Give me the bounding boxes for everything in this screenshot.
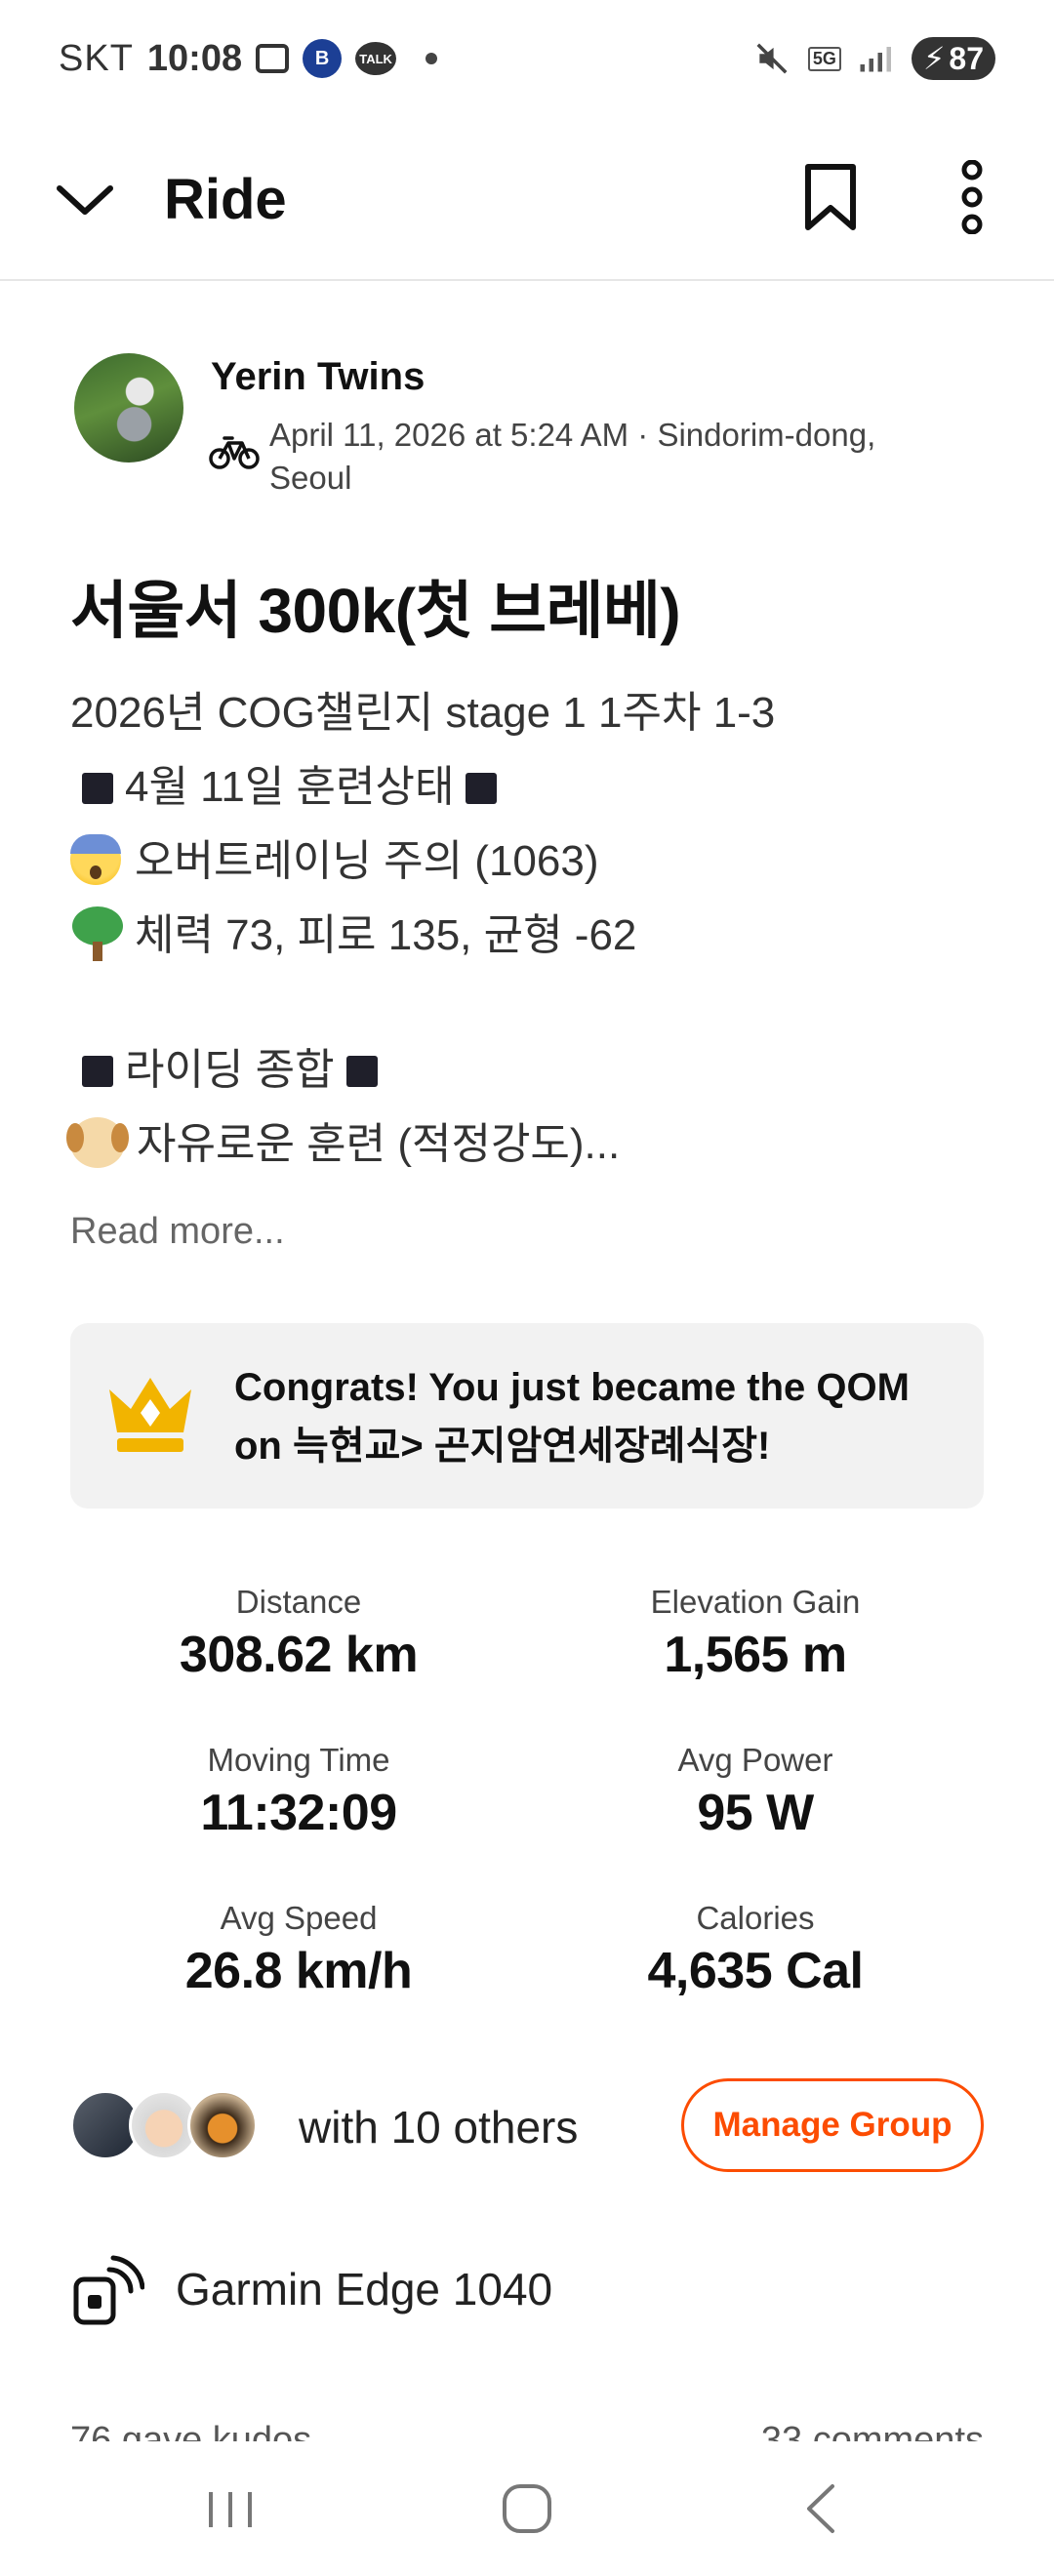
stat-label: Calories [696, 1900, 815, 1936]
black-square-icon [345, 1056, 378, 1087]
bookmark-button[interactable] [795, 152, 866, 242]
app-header: Ride [0, 117, 1054, 281]
tree-icon [70, 906, 125, 961]
description-text: 오버트레이닝 주의 (1063) [135, 837, 599, 885]
app-notification-icon: B [303, 39, 343, 78]
system-nav-bar [0, 2441, 1054, 2576]
activity-title: 서울서 300k(첫 브레베) [70, 576, 681, 646]
stat-label: Distance [235, 1584, 362, 1620]
collapse-button[interactable] [51, 166, 119, 234]
device-sync-icon [73, 2255, 144, 2325]
stat-avg-power: Avg Power 95 W [560, 1739, 951, 1844]
home-icon [503, 2484, 551, 2533]
kudos-count-link[interactable]: 76 gave kudos [70, 2418, 311, 2441]
more-vertical-icon [961, 160, 983, 234]
status-left: SKT 10:08 B TALK [59, 37, 438, 80]
athlete-name[interactable]: Yerin Twins [211, 349, 425, 404]
description-line: 체력 73, 피로 135, 균형 -62 [70, 906, 988, 966]
network-type-label: 5G [807, 46, 841, 71]
battery-indicator: ⚡ 87 [911, 37, 995, 80]
back-arrow-icon [807, 2484, 834, 2533]
black-square-icon [82, 1056, 113, 1087]
recent-apps-icon [209, 2492, 252, 2527]
status-time: 10:08 [146, 37, 243, 79]
group-avatars[interactable] [70, 2090, 265, 2160]
avatar [187, 2090, 258, 2160]
anxious-face-icon [70, 834, 121, 885]
achievement-text: Congrats! You just became the QOM on 늑현교… [234, 1366, 910, 1468]
page-title: Ride [164, 168, 287, 231]
manage-group-button[interactable]: Manage Group [681, 2078, 984, 2172]
read-more-link[interactable]: Read more... [70, 1204, 285, 1259]
description-text: 4월 11일 훈련상태 [125, 763, 455, 811]
stat-label: Elevation Gain [650, 1584, 861, 1620]
description-line: 4월 11일 훈련상태 [70, 757, 988, 818]
group-members-label[interactable]: with 10 others [299, 2098, 578, 2156]
device-name: Garmin Edge 1040 [176, 2264, 553, 2314]
status-right: 5G ⚡ 87 [753, 37, 995, 80]
stat-calories: Calories 4,635 Cal [560, 1897, 951, 2002]
stat-label: Avg Speed [220, 1900, 378, 1936]
back-button[interactable] [787, 2476, 855, 2541]
bike-icon [209, 436, 260, 469]
talk-notification-icon: TALK [355, 42, 397, 75]
home-button[interactable] [488, 2476, 566, 2541]
more-options-button[interactable] [937, 152, 1007, 242]
mute-icon [753, 40, 790, 77]
stat-elevation-gain: Elevation Gain 1,565 m [560, 1581, 951, 1686]
description-text: 체력 73, 피로 135, 균형 -62 [135, 911, 637, 959]
dog-face-icon [66, 1117, 129, 1168]
comments-count-link[interactable]: 33 comments [761, 2418, 984, 2441]
signal-icon [859, 43, 894, 74]
description-text: 라이딩 종합 [125, 1046, 335, 1094]
bookmark-icon [805, 164, 856, 230]
stat-value: 308.62 km [179, 1627, 419, 1683]
stat-label: Moving Time [207, 1742, 390, 1778]
stat-distance: Distance 308.62 km [103, 1581, 494, 1686]
black-square-icon [466, 773, 498, 804]
activity-page: SKT 10:08 B TALK 5G ⚡ 87 Ride Yerin Twin… [0, 0, 1054, 2576]
recent-apps-button[interactable] [195, 2480, 265, 2539]
crown-icon [109, 1378, 191, 1452]
stat-avg-speed: Avg Speed 26.8 km/h [103, 1897, 494, 2002]
stat-value: 26.8 km/h [184, 1943, 413, 1999]
battery-saver-icon: ⚡ [922, 41, 946, 76]
description-line: 오버트레이닝 주의 (1063) [70, 831, 988, 892]
screenshot-icon [256, 44, 290, 73]
social-row: 76 gave kudos 33 comments [70, 2418, 984, 2441]
more-notifications-dot-icon [426, 53, 438, 64]
black-square-icon [82, 773, 113, 804]
athlete-avatar[interactable] [74, 353, 183, 463]
stat-value: 95 W [697, 1785, 814, 1841]
battery-level: 87 [949, 40, 984, 76]
stat-value: 11:32:09 [200, 1785, 397, 1841]
status-bar: SKT 10:08 B TALK 5G ⚡ 87 [0, 0, 1054, 117]
stat-label: Avg Power [677, 1742, 833, 1778]
activity-date-location: April 11, 2026 at 5:24 AM · Sindorim-don… [269, 417, 876, 496]
achievement-banner[interactable]: Congrats! You just became the QOM on 늑현교… [70, 1323, 984, 1509]
description-line: 자유로운 훈련 (적정강도)... [66, 1114, 988, 1175]
description-line: 라이딩 종합 [70, 1040, 988, 1101]
stat-value: 4,635 Cal [647, 1943, 865, 1999]
description-text: 자유로운 훈련 (적정강도)... [137, 1120, 621, 1168]
description-line: 2026년 COG챌린지 stage 1 1주차 1-3 [70, 689, 776, 737]
stat-value: 1,565 m [664, 1627, 847, 1683]
carrier-label: SKT [59, 37, 134, 79]
chevron-down-icon [57, 185, 113, 215]
stat-moving-time: Moving Time 11:32:09 [103, 1739, 494, 1844]
